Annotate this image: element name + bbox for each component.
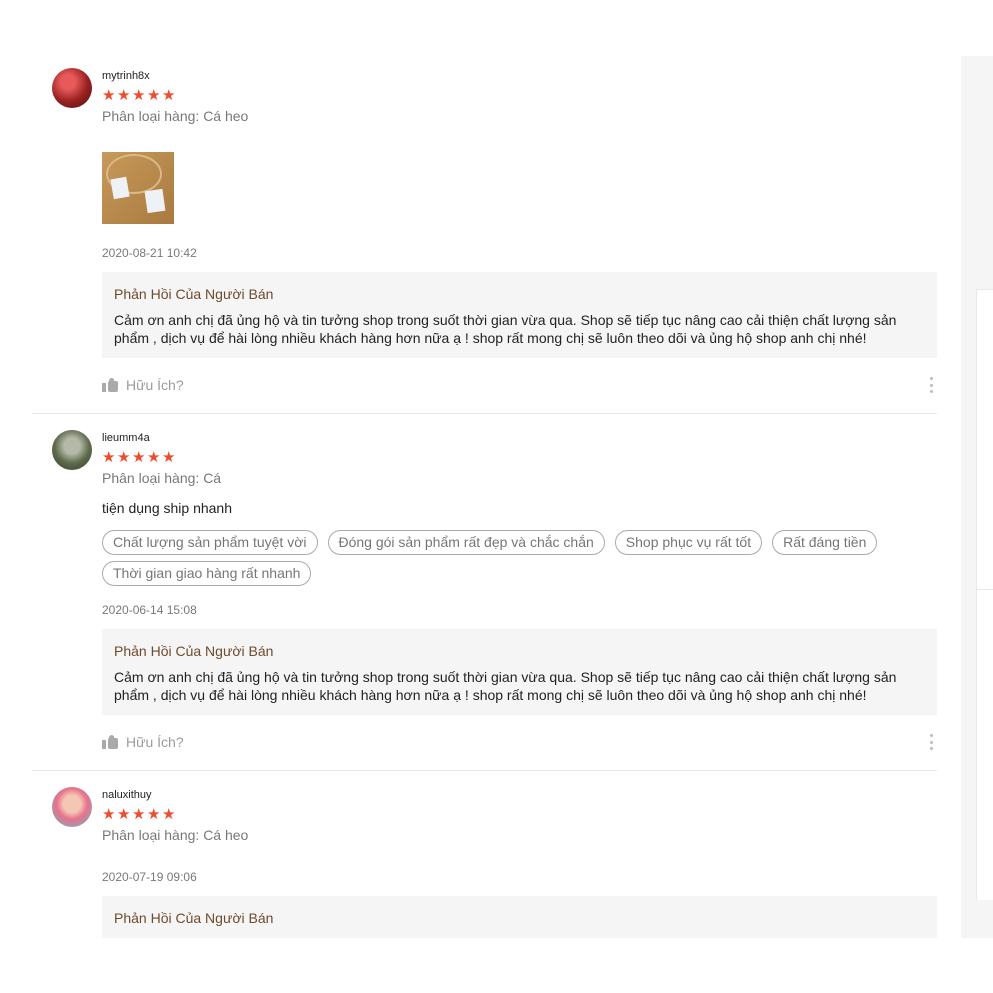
rating-stars: ★ ★ ★ ★ ★ bbox=[102, 449, 176, 466]
right-panel-edge bbox=[976, 589, 993, 900]
review-item: naluxithuy ★ ★ ★ ★ ★ Phân loại hàng: Cá … bbox=[32, 775, 937, 938]
star-icon: ★ bbox=[132, 449, 146, 466]
star-icon: ★ bbox=[162, 806, 176, 823]
right-panel-edge bbox=[976, 289, 993, 590]
avatar[interactable] bbox=[52, 787, 92, 827]
star-icon: ★ bbox=[147, 449, 161, 466]
product-variation: Phân loại hàng: Cá heo bbox=[102, 108, 249, 124]
star-icon: ★ bbox=[117, 806, 131, 823]
star-icon: ★ bbox=[162, 449, 176, 466]
review-comment: tiện dụng ship nhanh bbox=[102, 500, 232, 516]
review-tags: Chất lượng sản phẩm tuyệt vời Đóng gói s… bbox=[102, 530, 937, 586]
seller-reply-title: Phản Hồi Của Người Bán bbox=[114, 286, 274, 302]
seller-reply: Phản Hồi Của Người Bán bbox=[102, 896, 937, 938]
review-timestamp: 2020-08-21 10:42 bbox=[102, 246, 197, 260]
star-icon: ★ bbox=[147, 87, 161, 104]
star-icon: ★ bbox=[132, 806, 146, 823]
star-icon: ★ bbox=[102, 449, 116, 466]
reviewer-username[interactable]: lieumm4a bbox=[102, 432, 150, 444]
avatar[interactable] bbox=[52, 430, 92, 470]
star-icon: ★ bbox=[117, 449, 131, 466]
seller-reply-title: Phản Hồi Của Người Bán bbox=[114, 643, 274, 659]
review-tag: Chất lượng sản phẩm tuyệt vời bbox=[102, 530, 318, 555]
seller-reply: Phản Hồi Của Người Bán Cảm ơn anh chị đã… bbox=[102, 629, 937, 715]
product-variation: Phân loại hàng: Cá heo bbox=[102, 827, 249, 843]
star-icon: ★ bbox=[102, 806, 116, 823]
rating-stars: ★ ★ ★ ★ ★ bbox=[102, 806, 176, 823]
rating-stars: ★ ★ ★ ★ ★ bbox=[102, 87, 176, 104]
seller-reply-title: Phản Hồi Của Người Bán bbox=[114, 910, 274, 926]
star-icon: ★ bbox=[162, 87, 176, 104]
star-icon: ★ bbox=[117, 87, 131, 104]
product-variation: Phân loại hàng: Cá bbox=[102, 470, 222, 486]
helpful-label: Hữu Ích? bbox=[126, 377, 184, 393]
review-item: lieumm4a ★ ★ ★ ★ ★ Phân loại hàng: Cá ti… bbox=[32, 418, 937, 770]
helpful-button[interactable]: Hữu Ích? bbox=[102, 734, 184, 750]
thumbs-up-icon bbox=[102, 734, 118, 749]
review-tag: Shop phục vụ rất tốt bbox=[614, 530, 763, 555]
review-tag: Thời gian giao hàng rất nhanh bbox=[102, 561, 312, 586]
reviewer-username[interactable]: mytrinh8x bbox=[102, 70, 150, 82]
star-icon: ★ bbox=[102, 87, 116, 104]
more-vertical-icon[interactable] bbox=[930, 734, 934, 750]
star-icon: ★ bbox=[132, 87, 146, 104]
helpful-label: Hữu Ích? bbox=[126, 734, 184, 750]
review-divider bbox=[32, 413, 937, 414]
review-timestamp: 2020-07-19 09:06 bbox=[102, 870, 197, 884]
thumbs-up-icon bbox=[102, 377, 118, 392]
review-timestamp: 2020-06-14 15:08 bbox=[102, 603, 197, 617]
more-vertical-icon[interactable] bbox=[930, 377, 934, 393]
reviews-list: mytrinh8x ★ ★ ★ ★ ★ Phân loại hàng: Cá h… bbox=[32, 56, 937, 938]
seller-reply: Phản Hồi Của Người Bán Cảm ơn anh chị đã… bbox=[102, 272, 937, 358]
star-icon: ★ bbox=[147, 806, 161, 823]
seller-reply-text: Cảm ơn anh chị đã ủng hộ và tin tưởng sh… bbox=[114, 312, 897, 346]
seller-reply-text: Cảm ơn anh chị đã ủng hộ và tin tưởng sh… bbox=[114, 669, 897, 703]
review-item: mytrinh8x ★ ★ ★ ★ ★ Phân loại hàng: Cá h… bbox=[32, 56, 937, 413]
review-tag: Đóng gói sản phẩm rất đẹp và chắc chắn bbox=[327, 530, 605, 555]
avatar[interactable] bbox=[52, 68, 92, 108]
review-photo-thumbnail[interactable] bbox=[102, 152, 174, 224]
helpful-button[interactable]: Hữu Ích? bbox=[102, 377, 184, 393]
review-tag: Rất đáng tiền bbox=[772, 530, 878, 555]
reviewer-username[interactable]: naluxithuy bbox=[102, 789, 152, 801]
review-divider bbox=[32, 770, 937, 771]
